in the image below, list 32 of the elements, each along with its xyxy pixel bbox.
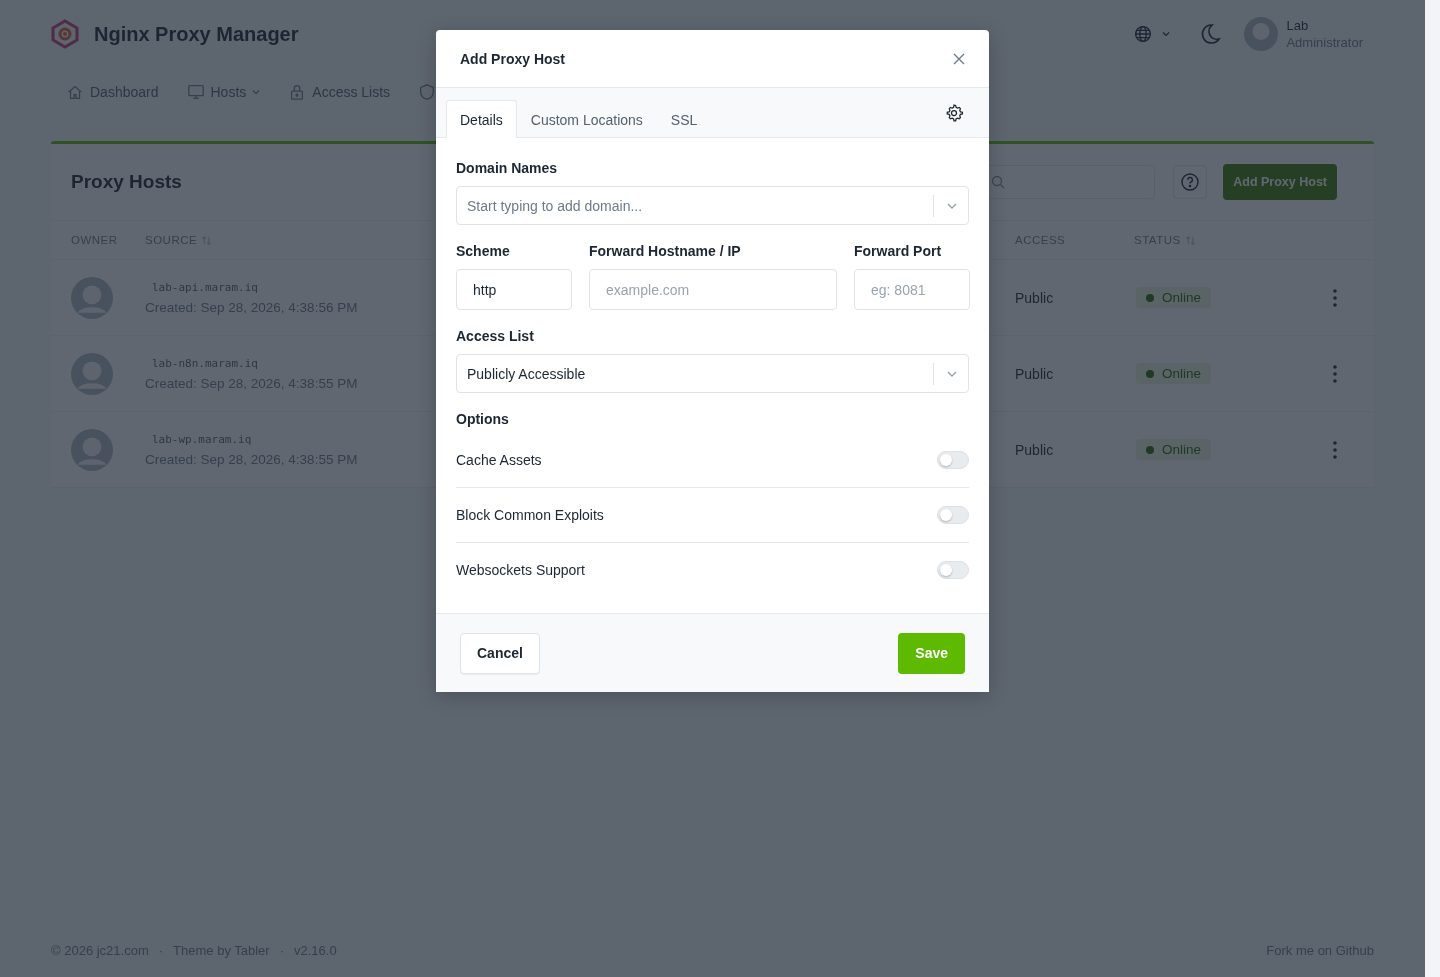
option-label: Websockets Support xyxy=(456,562,585,578)
field-label: Scheme xyxy=(456,243,511,259)
field-label: Access List xyxy=(456,328,535,344)
access-value: Public xyxy=(1015,289,1055,306)
tab[interactable]: SSL xyxy=(656,100,712,138)
options-heading: Options xyxy=(456,411,510,427)
toggle-switch[interactable] xyxy=(937,561,969,579)
tab[interactable]: Details xyxy=(446,100,517,138)
option-label: Block Common Exploits xyxy=(456,507,604,523)
field-label: Forward Hostname / IP xyxy=(589,243,742,259)
access-list-field[interactable]: Publicly Accessible xyxy=(456,354,969,393)
separator-dot: · xyxy=(279,942,285,958)
save-button[interactable]: Save xyxy=(898,632,965,674)
separator-dot: · xyxy=(158,942,164,958)
toggle-switch[interactable] xyxy=(937,451,969,469)
user-name: Lab xyxy=(1286,17,1310,34)
domain-names-field[interactable]: Start typing to add domain... xyxy=(456,186,969,225)
field-label: Forward Port xyxy=(854,243,943,259)
tab[interactable]: Custom Locations xyxy=(516,100,657,138)
dialog-title: Add Proxy Host xyxy=(460,50,565,67)
access-value: Public xyxy=(1015,365,1055,382)
forward-port-field[interactable]: eg: 8081 xyxy=(854,269,970,310)
toggle-switch[interactable] xyxy=(937,506,969,524)
card-title: Proxy Hosts xyxy=(71,171,182,193)
option-label: Cache Assets xyxy=(456,452,542,468)
cancel-button[interactable]: Cancel xyxy=(460,632,540,674)
forward-hostname-field[interactable]: example.com xyxy=(589,269,837,310)
field-label: Domain Names xyxy=(456,160,559,176)
scheme-field[interactable]: http xyxy=(456,269,572,310)
access-value: Public xyxy=(1015,441,1055,458)
settings-icon[interactable] xyxy=(944,102,964,123)
brand-name: Nginx Proxy Manager xyxy=(94,22,299,46)
